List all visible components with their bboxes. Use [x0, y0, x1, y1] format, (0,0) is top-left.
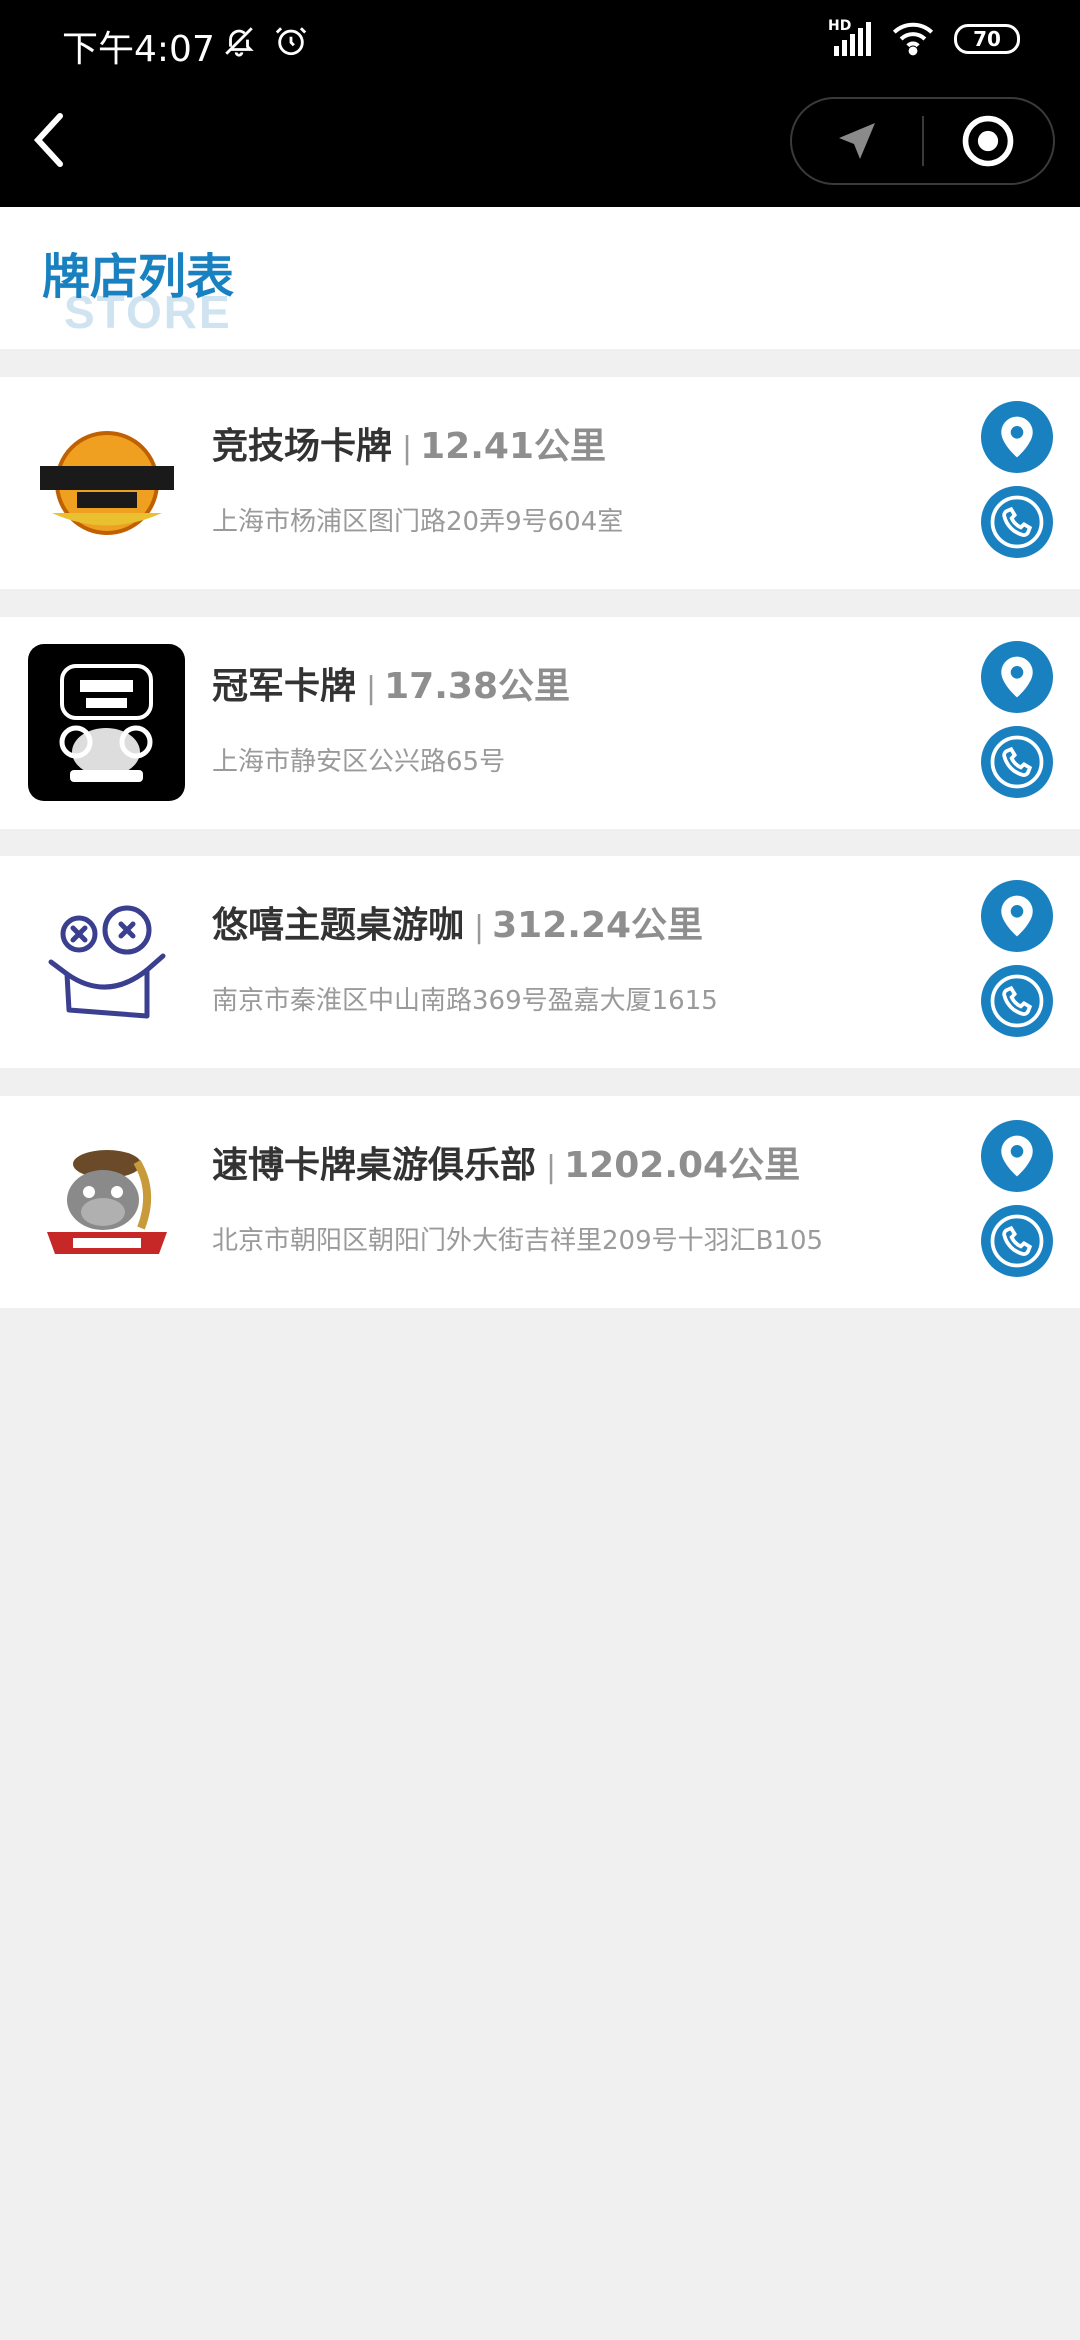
store-address: 上海市静安区公兴路65号 [212, 747, 506, 777]
map-pin-icon [1001, 416, 1033, 458]
map-pin-icon [1001, 895, 1033, 937]
top-bar: 下午4:07 HD 70 [0, 0, 1080, 207]
alarm-clock-icon [275, 27, 307, 56]
store-distance: 12.41公里 [420, 426, 606, 467]
phone-icon [990, 495, 1044, 549]
name-separator: | [366, 671, 377, 706]
store-address: 南京市秦淮区中山南路369号盈嘉大厦1615 [212, 986, 718, 1016]
name-separator: | [402, 431, 413, 466]
call-button[interactable] [981, 1205, 1053, 1277]
location-button[interactable] [981, 1120, 1053, 1192]
location-button[interactable] [981, 401, 1053, 473]
chevron-left-icon [33, 113, 63, 167]
arena-card-logo [28, 404, 185, 561]
store-distance: 17.38公里 [384, 666, 570, 707]
store-name: 悠嘻主题桌游咖 [212, 905, 465, 946]
superpro-logo [28, 1123, 185, 1280]
back-button[interactable] [30, 110, 80, 170]
map-pin-icon [1001, 656, 1033, 698]
page-title: 牌店列表 [42, 249, 235, 305]
status-time: 下午4:07 [62, 29, 215, 70]
map-pin-icon [1001, 1135, 1033, 1177]
bell-off-icon [225, 27, 254, 57]
store-card[interactable]: 冠军卡牌 | 17.38公里 上海市静安区公兴路65号 [0, 617, 1080, 829]
signal-icon: HD [828, 18, 872, 56]
store-name: 速博卡牌桌游俱乐部 [212, 1145, 537, 1186]
store-card[interactable]: 悠嘻主题桌游咖 | 312.24公里 南京市秦淮区中山南路369号盈嘉大厦1615 [0, 856, 1080, 1068]
location-button[interactable] [981, 641, 1053, 713]
status-right-icons: HD 70 [828, 18, 1020, 56]
store-card[interactable]: 竞技场卡牌 | 12.41公里 上海市杨浦区图门路20弄9号604室 [0, 377, 1080, 589]
store-address: 上海市杨浦区图门路20弄9号604室 [212, 507, 624, 537]
name-separator: | [546, 1150, 557, 1185]
page-header: STORE 牌店列表 [0, 207, 1080, 349]
status-left-icons [222, 24, 308, 58]
locate-button[interactable] [792, 99, 922, 183]
navigation-arrow-icon [838, 123, 875, 159]
phone-icon [990, 974, 1044, 1028]
store-card[interactable]: 速博卡牌桌游俱乐部 | 1202.04公里 北京市朝阳区朝阳门外大街吉祥里209号十… [0, 1096, 1080, 1308]
youxi-mascot-logo [28, 883, 185, 1040]
call-button[interactable] [981, 486, 1053, 558]
store-distance: 312.24公里 [492, 905, 704, 946]
nav-pill [790, 97, 1055, 185]
target-button[interactable] [924, 99, 1054, 183]
location-button[interactable] [981, 880, 1053, 952]
store-name: 冠军卡牌 [212, 666, 357, 707]
name-separator: | [474, 910, 485, 945]
store-name: 竞技场卡牌 [212, 426, 393, 467]
store-address: 北京市朝阳区朝阳门外大街吉祥里209号十羽汇B105 [212, 1226, 824, 1256]
phone-icon [990, 735, 1044, 789]
target-icon [962, 115, 1014, 167]
battery-indicator: 70 [954, 24, 1020, 54]
store-distance: 1202.04公里 [564, 1145, 801, 1186]
phone-icon [990, 1214, 1044, 1268]
call-button[interactable] [981, 726, 1053, 798]
call-button[interactable] [981, 965, 1053, 1037]
champion-card-logo [28, 644, 185, 801]
wifi-icon [892, 22, 934, 56]
